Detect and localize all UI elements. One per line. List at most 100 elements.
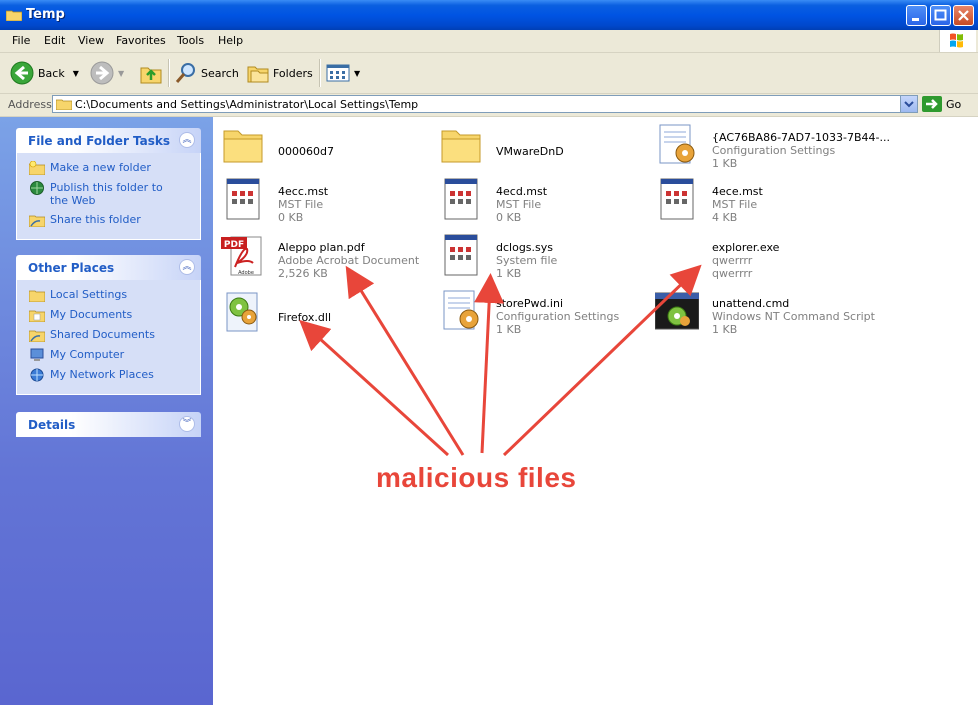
- chevron-down-icon: [904, 101, 914, 108]
- pdf-icon: PDF Adobe: [221, 236, 262, 276]
- file-type: MST File: [278, 198, 324, 211]
- svg-text:Adobe: Adobe: [238, 270, 254, 276]
- address-bar: Address C:\Documents and Settings\Admini…: [0, 94, 978, 117]
- file-item[interactable]: {AC76BA86-7AD7-1033-7B44-... Configurati…: [655, 123, 890, 171]
- file-type: Adobe Acrobat Document: [278, 254, 420, 267]
- place-label: My Computer: [50, 348, 125, 361]
- place-my-computer[interactable]: My Computer: [17, 346, 200, 366]
- panel-title: Other Places: [28, 261, 115, 275]
- folder-icon: [441, 130, 481, 163]
- file-type: Windows NT Command Script: [712, 310, 875, 323]
- place-my-documents[interactable]: My Documents: [17, 306, 200, 326]
- file-size: 1 KB: [712, 157, 738, 170]
- folders-button[interactable]: Folders: [247, 61, 313, 85]
- forward-dropdown-icon[interactable]: ▼: [118, 69, 124, 78]
- mst-file-icon: [226, 178, 260, 220]
- place-shared-documents[interactable]: Shared Documents: [17, 326, 200, 346]
- file-size: 2,526 KB: [278, 267, 328, 280]
- views-button[interactable]: ▼: [326, 61, 360, 85]
- menu-edit[interactable]: Edit: [44, 34, 65, 47]
- file-name: Aleppo plan.pdf: [278, 241, 365, 254]
- minimize-icon: [912, 18, 919, 21]
- expand-icon[interactable]: ︾: [179, 416, 195, 432]
- file-name: Firefox.dll: [278, 311, 331, 324]
- panel-header[interactable]: Other Places ︽: [16, 255, 201, 280]
- share-folder-icon: [29, 215, 45, 227]
- window-title: Temp: [26, 7, 65, 22]
- place-my-network-places[interactable]: My Network Places: [17, 366, 200, 386]
- task-label: Share this folder: [50, 213, 141, 226]
- task-make-new-folder[interactable]: Make a new folder: [17, 159, 200, 179]
- file-item[interactable]: storePwd.ini Configuration Settings 1 KB: [439, 289, 649, 337]
- shared-documents-icon: [29, 330, 45, 342]
- globe-icon: [30, 181, 44, 195]
- go-button[interactable]: Go: [922, 96, 961, 112]
- forward-button[interactable]: ▼: [90, 61, 124, 85]
- up-folder-button[interactable]: [140, 61, 162, 85]
- network-places-icon: [30, 368, 44, 382]
- folder-icon: [6, 10, 22, 21]
- task-pane: File and Folder Tasks ︽ Make a new folde…: [0, 117, 213, 705]
- folder-icon: [223, 130, 263, 163]
- file-item[interactable]: dclogs.sys System file 1 KB: [439, 233, 649, 281]
- menu-file[interactable]: File: [12, 34, 30, 47]
- svg-text:PDF: PDF: [224, 240, 244, 250]
- collapse-icon[interactable]: ︽: [179, 132, 195, 148]
- file-size: 4 KB: [712, 211, 738, 224]
- file-name: VMwareDnD: [496, 145, 564, 158]
- file-item[interactable]: 4ecd.mst MST File 0 KB: [439, 177, 649, 225]
- close-button[interactable]: [953, 5, 974, 26]
- menu-tools[interactable]: Tools: [177, 34, 204, 47]
- task-share-folder[interactable]: Share this folder: [17, 211, 200, 231]
- my-documents-icon: [29, 310, 45, 322]
- panel-header[interactable]: Details ︾: [16, 412, 201, 437]
- file-item[interactable]: explorer.exe qwerrrr qwerrrr: [655, 233, 865, 281]
- title-bar[interactable]: Temp: [0, 0, 978, 30]
- config-settings-icon: [659, 124, 695, 164]
- mst-file-icon: [660, 178, 694, 220]
- collapse-icon[interactable]: ︽: [179, 259, 195, 275]
- go-arrow-icon: [922, 96, 942, 112]
- address-dropdown-button[interactable]: [900, 96, 917, 112]
- address-label: Address: [8, 98, 52, 111]
- toolbar-separator: [168, 59, 170, 87]
- file-item[interactable]: Firefox.dll: [221, 289, 431, 337]
- place-local-settings[interactable]: Local Settings: [17, 286, 200, 306]
- file-item[interactable]: 4ecc.mst MST File 0 KB: [221, 177, 431, 225]
- menu-favorites[interactable]: Favorites: [116, 34, 166, 47]
- forward-arrow-icon: [90, 61, 114, 85]
- file-item[interactable]: unattend.cmd Windows NT Command Script 1…: [655, 289, 875, 337]
- place-label: My Documents: [50, 308, 133, 321]
- place-label: Shared Documents: [50, 328, 155, 341]
- blank-exe-icon: [655, 233, 699, 277]
- folders-icon: [247, 66, 269, 83]
- malicious-files-annotation: malicious files: [376, 462, 577, 493]
- back-button[interactable]: Back ▼: [10, 61, 79, 85]
- windows-flag-icon: [950, 33, 963, 48]
- file-type: MST File: [712, 198, 758, 211]
- file-size: qwerrrr: [712, 267, 753, 280]
- address-input[interactable]: C:\Documents and Settings\Administrator\…: [52, 95, 918, 113]
- new-folder-icon: [29, 161, 45, 175]
- task-publish-to-web[interactable]: Publish this folder to the Web: [17, 179, 200, 211]
- file-size: 0 KB: [278, 211, 304, 224]
- minimize-button[interactable]: [906, 5, 927, 26]
- file-type: Configuration Settings: [712, 144, 836, 157]
- file-item[interactable]: VMwareDnD: [439, 123, 649, 171]
- place-label: Local Settings: [50, 288, 128, 301]
- file-name: 4ecc.mst: [278, 185, 329, 198]
- file-name: storePwd.ini: [496, 297, 564, 310]
- search-icon: [175, 63, 195, 83]
- menu-help[interactable]: Help: [218, 34, 243, 47]
- file-item[interactable]: 000060d7: [221, 123, 431, 171]
- maximize-icon: [934, 9, 947, 21]
- menu-view[interactable]: View: [78, 34, 104, 47]
- maximize-button[interactable]: [930, 5, 951, 26]
- panel-header[interactable]: File and Folder Tasks ︽: [16, 128, 201, 153]
- search-button[interactable]: Search: [175, 61, 239, 85]
- file-item[interactable]: 4ece.mst MST File 4 KB: [655, 177, 865, 225]
- file-item[interactable]: PDF Adobe Aleppo plan.pdf Adobe Acrobat D…: [221, 233, 431, 281]
- back-dropdown-icon[interactable]: ▼: [73, 69, 79, 78]
- toolbar-separator: [319, 59, 321, 87]
- views-dropdown-icon[interactable]: ▼: [354, 69, 360, 78]
